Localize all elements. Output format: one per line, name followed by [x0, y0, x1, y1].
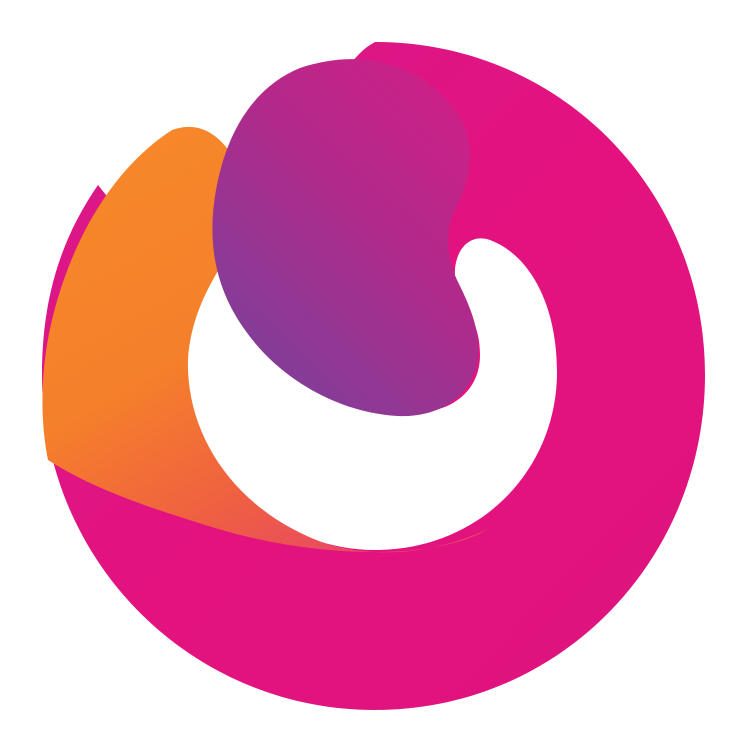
canvas — [0, 0, 750, 750]
purple-blob-shape — [212, 59, 479, 417]
swirl-logo-icon — [42, 42, 705, 710]
